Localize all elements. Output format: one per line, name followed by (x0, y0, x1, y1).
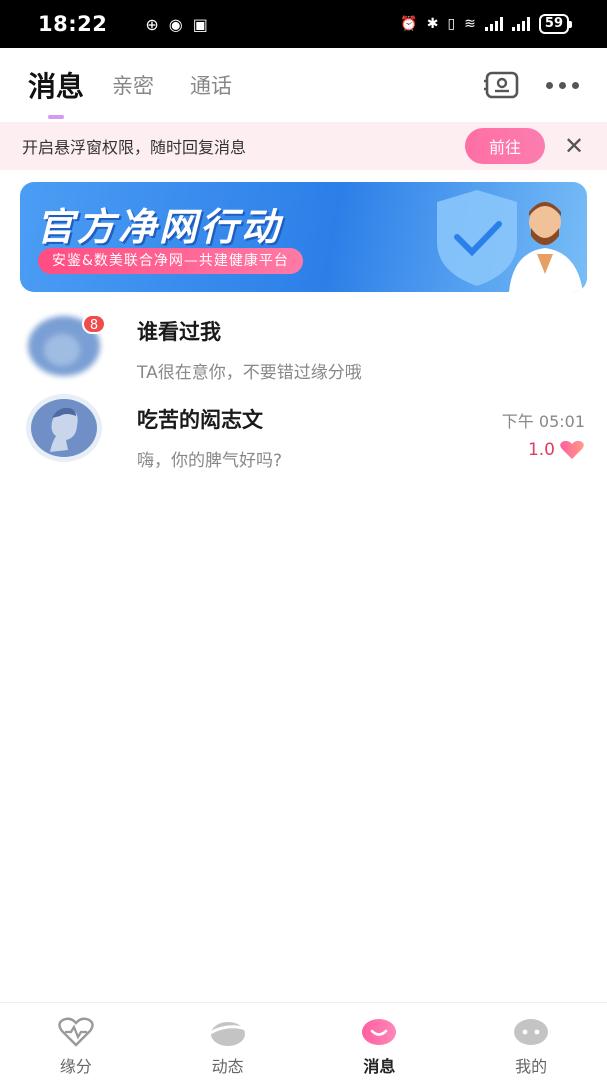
top-nav: 消息 亲密 通话 (0, 48, 607, 122)
bottom-nav-messages[interactable]: 消息 (304, 1003, 456, 1080)
bottom-nav-label: 我的 (515, 1057, 548, 1076)
eye-icon: ◉ (168, 14, 183, 34)
contacts-icon[interactable] (484, 70, 520, 100)
notice-text: 开启悬浮窗权限，随时回复消息 (22, 138, 247, 157)
nav-actions (484, 70, 579, 100)
bottom-nav-label: 缘分 (59, 1057, 92, 1076)
conversation-list: 8 谁看过我 TA很在意你，不要错过缘分哦 吃苦的闳志文 下午 05:01 嗨，… (0, 300, 607, 476)
n-icon: ▣ (192, 14, 208, 34)
vibrate-icon: ▯ (447, 16, 456, 32)
alarm-icon: ⏰ (400, 16, 418, 32)
list-item[interactable]: 8 谁看过我 TA很在意你，不要错过缘分哦 (0, 300, 607, 388)
bottom-nav-fate[interactable]: 缘分 (0, 1003, 152, 1080)
banner-illustration (437, 190, 583, 292)
conversation-name: 谁看过我 (137, 320, 221, 344)
heart-pulse-icon (58, 1017, 94, 1047)
heart-icon (560, 440, 584, 459)
wifi-icon: ≋ (464, 16, 476, 32)
intimacy-score: 1.0 (528, 440, 585, 460)
avatar (26, 394, 102, 462)
go-button[interactable]: 前往 (465, 128, 545, 164)
status-left-icons: ⊕ ◉ ▣ (145, 15, 208, 34)
bluetooth-icon: ✱ (426, 16, 439, 32)
bottom-nav-label: 动态 (211, 1057, 244, 1076)
tab-messages[interactable]: 消息 (28, 65, 84, 105)
tab-intimate[interactable]: 亲密 (112, 70, 154, 100)
battery-indicator: 59 (538, 14, 573, 34)
planet-icon (208, 1022, 247, 1046)
banner-subtitle: 安鉴&数美联合净网—共建健康平台 (38, 248, 303, 274)
conversation-name: 吃苦的闳志文 (137, 408, 263, 432)
nfc-icon: ⊕ (145, 14, 159, 34)
clean-network-banner[interactable]: 官方净网行动 安鉴&数美联合净网—共建健康平台 (20, 182, 587, 292)
floating-window-notice: 开启悬浮窗权限，随时回复消息 前往 ✕ (0, 122, 607, 170)
status-bar: 18:22 ⊕ ◉ ▣ ⏰ ✱ ▯ ≋ 59 (0, 0, 607, 48)
status-time: 18:22 (38, 12, 108, 36)
conversation-message: TA很在意你，不要错过缘分哦 (137, 363, 362, 383)
face-icon (514, 1019, 549, 1045)
unread-badge: 8 (82, 314, 106, 334)
status-right-icons: ⏰ ✱ ▯ ≋ 59 (400, 14, 573, 34)
signal-icon (511, 17, 530, 31)
bottom-nav-moments[interactable]: 动态 (152, 1003, 304, 1080)
conversation-time: 下午 05:01 (501, 412, 585, 431)
bottom-nav: 缘分 动态 消息 我的 (0, 1002, 607, 1080)
chat-bubble-icon (362, 1019, 397, 1045)
more-options-icon[interactable] (546, 81, 579, 89)
conversation-message: 嗨，你的脾气好吗? (137, 451, 283, 471)
close-icon[interactable]: ✕ (563, 132, 585, 160)
tab-calls[interactable]: 通话 (190, 70, 232, 100)
list-item[interactable]: 吃苦的闳志文 下午 05:01 嗨，你的脾气好吗? 1.0 (0, 388, 607, 476)
banner-title: 官方净网行动 (36, 205, 283, 249)
signal-icon (484, 17, 503, 31)
intimacy-value: 1.0 (527, 440, 555, 460)
bottom-nav-mine[interactable]: 我的 (455, 1003, 607, 1080)
bottom-nav-label: 消息 (363, 1057, 396, 1076)
